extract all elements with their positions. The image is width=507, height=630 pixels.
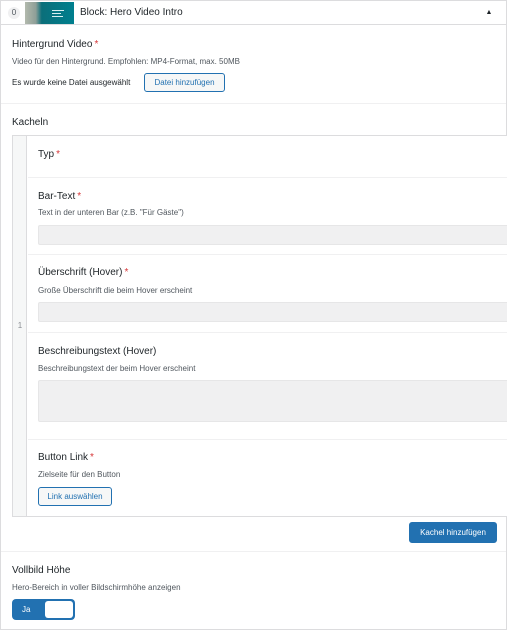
bar-text-input[interactable] bbox=[38, 225, 507, 245]
field-divider bbox=[28, 332, 507, 333]
fullscreen-description: Hero-Bereich in voller Bildschirmhöhe an… bbox=[12, 583, 181, 592]
bar-text-description: Text in der unteren Bar (z.B. "Für Gäste… bbox=[38, 208, 184, 217]
hero-video-intro-block: 0 Block: Hero Video Intro ▲ Hintergrund … bbox=[0, 0, 507, 630]
row-number: 1 bbox=[17, 321, 23, 330]
field-divider bbox=[1, 551, 506, 552]
block-header[interactable]: 0 Block: Hero Video Intro ▲ bbox=[1, 1, 506, 25]
hero-video-description: Video für den Hintergrund. Empfohlen: MP… bbox=[12, 57, 240, 66]
select-link-button[interactable]: Link auswählen bbox=[38, 487, 112, 506]
block-title: Block: Hero Video Intro bbox=[80, 7, 183, 18]
bar-text-label: Bar-Text * bbox=[38, 191, 82, 202]
block-index-badge: 0 bbox=[8, 7, 20, 19]
tiles-repeater: 1 Typ * Bar-Text * Text in der unteren Bar… bbox=[12, 135, 507, 517]
row-drag-handle[interactable]: 1 bbox=[13, 136, 27, 516]
heading-hover-input[interactable] bbox=[38, 302, 507, 322]
field-divider bbox=[1, 103, 506, 104]
button-link-label: Button Link * bbox=[38, 452, 94, 463]
type-label: Typ * bbox=[38, 149, 61, 160]
description-hover-label: Beschreibungstext (Hover) bbox=[38, 346, 157, 357]
add-tile-button[interactable]: Kachel hinzufügen bbox=[409, 522, 497, 543]
block-preview-thumbnail bbox=[25, 2, 74, 24]
heading-hover-label: Überschrift (Hover) * bbox=[38, 267, 129, 278]
field-divider bbox=[28, 254, 507, 255]
button-link-description: Zielseite für den Button bbox=[38, 470, 121, 479]
no-file-selected-text: Es wurde keine Datei ausgewählt bbox=[12, 78, 131, 87]
heading-hover-description: Große Überschrift die beim Hover erschei… bbox=[38, 286, 193, 295]
field-divider bbox=[28, 439, 507, 440]
toggle-on-label: Ja bbox=[22, 605, 31, 614]
add-file-button[interactable]: Datei hinzufügen bbox=[144, 73, 225, 92]
fullscreen-toggle[interactable]: Ja bbox=[12, 599, 75, 620]
triangle-up-icon[interactable]: ▲ bbox=[483, 7, 495, 19]
field-divider bbox=[28, 177, 507, 178]
description-hover-textarea[interactable] bbox=[38, 380, 507, 422]
description-hover-description: Beschreibungstext der beim Hover erschei… bbox=[38, 364, 196, 373]
hero-video-label: Hintergrund Video * bbox=[12, 39, 99, 50]
tiles-label: Kacheln bbox=[12, 117, 49, 128]
toggle-knob bbox=[45, 601, 73, 618]
fullscreen-label: Vollbild Höhe bbox=[12, 565, 71, 576]
